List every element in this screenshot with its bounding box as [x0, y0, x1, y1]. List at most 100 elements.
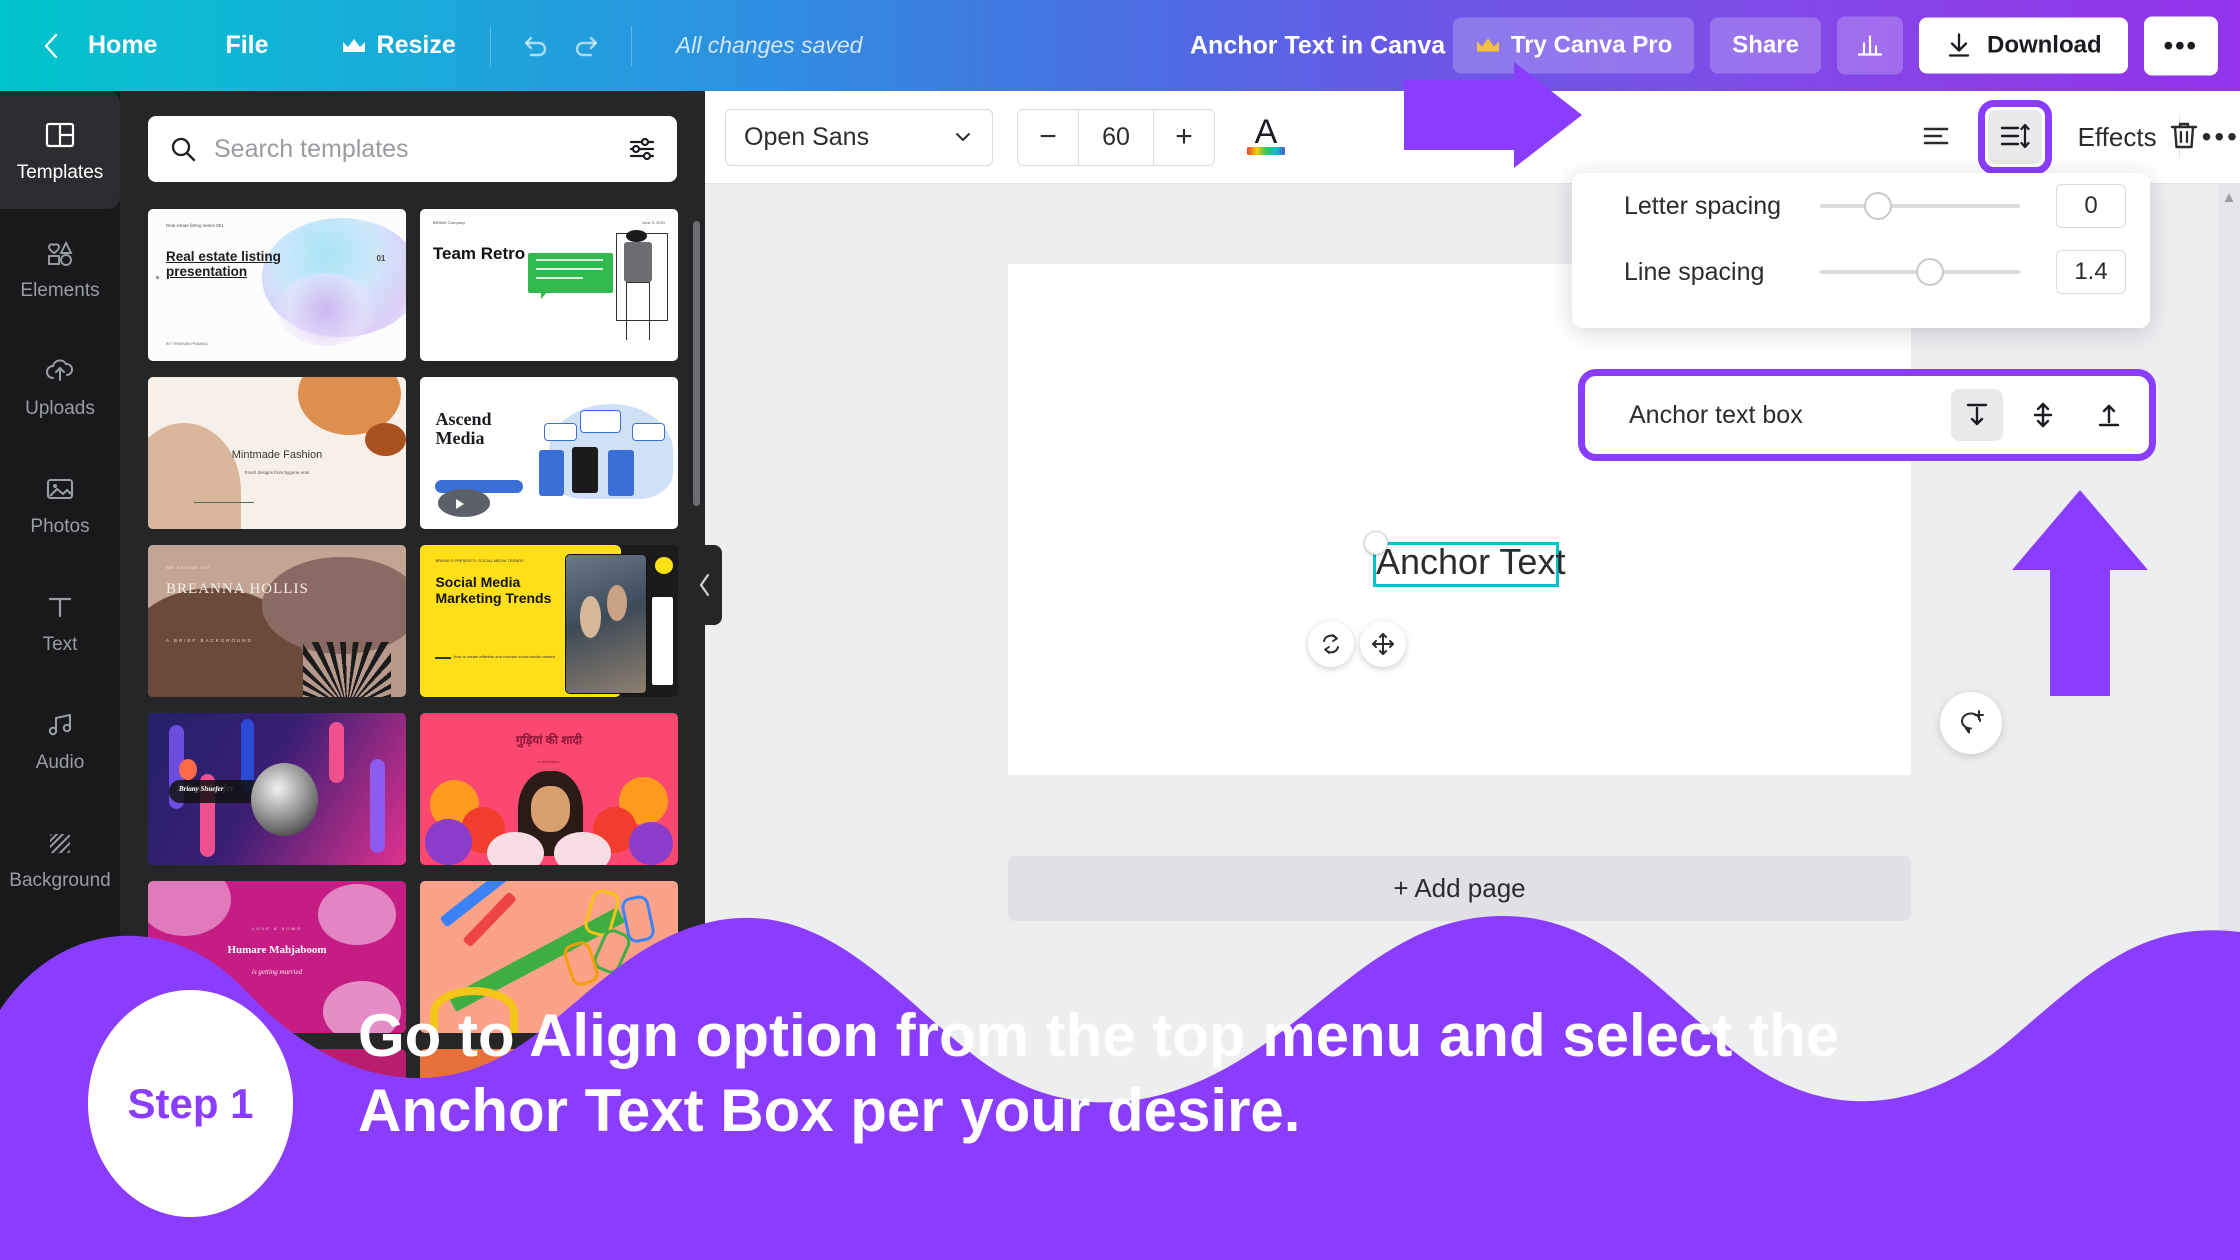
template-card[interactable]: Ascend Media [420, 377, 678, 529]
scroll-up-arrow[interactable]: ▲ [2218, 184, 2240, 210]
text-element-selection[interactable]: Anchor Text [1364, 531, 1565, 587]
download-icon [1948, 33, 1970, 57]
spacing-button[interactable] [1987, 110, 2042, 164]
chevron-down-icon [956, 133, 970, 141]
anchor-top-icon [2098, 404, 2120, 427]
share-button[interactable]: Share [1710, 17, 1821, 74]
anchor-bottom-button[interactable] [1951, 389, 2003, 441]
panel-scrollbar[interactable] [693, 221, 700, 506]
template-title: Team Retro [432, 244, 526, 264]
template-title: Ascend Media [435, 409, 492, 448]
sidebar-item-elements[interactable]: Elements [0, 209, 120, 327]
redo-button[interactable] [561, 20, 613, 72]
background-icon [50, 833, 70, 853]
text-element-content: Anchor Text [1376, 541, 1566, 582]
template-card[interactable]: WE DESIGN THE BREANNA HOLLIS A BRIEF BAC… [148, 545, 406, 697]
chevron-left-icon [44, 33, 58, 58]
svg-text:A: A [1255, 113, 1278, 151]
banner-instruction-text: Go to Align option from the top menu and… [358, 998, 2208, 1148]
line-spacing-value[interactable]: 1.4 [2056, 250, 2126, 294]
add-comment-button[interactable] [1940, 692, 2002, 754]
move-button[interactable] [1360, 621, 1406, 667]
step-badge-label: Step 1 [127, 1079, 254, 1127]
decrease-label: − [1039, 120, 1057, 153]
template-title: गुड़ियां की शादी [515, 733, 583, 748]
letter-spacing-knob[interactable] [1864, 192, 1892, 220]
font-size-decrease-button[interactable]: − [1018, 110, 1078, 165]
letter-spacing-slider[interactable] [1820, 192, 2020, 220]
anchor-top-button[interactable] [2083, 389, 2135, 441]
spacing-button-highlight [1977, 100, 2052, 174]
toolbar-more-button[interactable]: ••• [2202, 121, 2240, 153]
anchor-text-box-label: Anchor text box [1629, 400, 1803, 429]
template-title: Real estate listing presentation [166, 249, 281, 279]
increase-label: + [1175, 120, 1193, 153]
align-left-icon [1923, 127, 1948, 145]
sidebar-label-templates: Templates [16, 161, 104, 183]
template-card[interactable]: BRAND Company June 3, 2021 Team Retro [420, 209, 678, 361]
elements-icon [48, 240, 73, 266]
anchor-middle-button[interactable] [2017, 389, 2069, 441]
text-color-button[interactable]: A [1243, 110, 1289, 165]
undo-button[interactable] [509, 20, 561, 72]
panel-collapse-button[interactable] [688, 545, 722, 625]
font-size-increase-button[interactable]: + [1154, 110, 1214, 165]
header-more-button[interactable]: ••• [2143, 16, 2218, 75]
download-button[interactable]: Download [1918, 17, 2128, 74]
sidebar-label-elements: Elements [20, 279, 100, 301]
design-title[interactable]: Anchor Text in Canva [1190, 31, 1445, 60]
template-card[interactable]: BRAND X PRESENTS: SOCIAL MEDIA TRENDS So… [420, 545, 678, 697]
annotation-arrow-right [1404, 62, 1582, 168]
delete-button[interactable] [2166, 117, 2202, 158]
search-icon [171, 137, 196, 162]
design-page[interactable]: Anchor Text [1008, 264, 1911, 775]
font-size-input[interactable]: 60 [1078, 109, 1154, 165]
line-spacing-slider[interactable] [1820, 258, 2020, 286]
search-templates-field[interactable] [148, 116, 677, 182]
templates-icon [45, 122, 75, 147]
redo-icon [575, 36, 597, 56]
align-button[interactable] [1908, 109, 1964, 165]
photos-icon [46, 478, 74, 499]
step-badge: Step 1 [88, 990, 293, 1217]
sidebar-item-templates[interactable]: Templates [0, 91, 120, 209]
template-title: Social Media Marketing Trends [435, 574, 552, 607]
spacing-dropdown-panel: Letter spacing 0 Line spacing 1.4 [1572, 173, 2150, 328]
template-subtitle: A BRIEF BACKGROUND [166, 638, 253, 644]
template-card[interactable]: Briany Shuefer Briany Shuefer [148, 713, 406, 865]
home-button[interactable]: Home [72, 21, 173, 70]
effects-button[interactable]: Effects [2078, 122, 2157, 153]
filter-sliders-icon[interactable] [627, 134, 657, 164]
resize-button[interactable]: Resize [325, 21, 472, 70]
text-color-icon: A [1247, 113, 1285, 155]
line-spacing-icon [2000, 123, 2030, 149]
search-input[interactable] [214, 134, 611, 164]
rotate-button[interactable] [1308, 621, 1354, 667]
letter-spacing-value[interactable]: 0 [2056, 184, 2126, 228]
bar-chart-icon [1857, 35, 1883, 56]
banner-line-2: Anchor Text Box per your desire. [358, 1077, 1301, 1144]
toolbar-more-label: ••• [2201, 121, 2240, 152]
rotate-icon [1323, 634, 1339, 654]
add-comment-icon [1961, 710, 1984, 734]
sidebar-label-uploads: Uploads [25, 397, 95, 419]
template-card[interactable]: Real estate listing series 001 Real esta… [148, 209, 406, 361]
sidebar-item-uploads[interactable]: Uploads [0, 327, 120, 445]
font-family-value: Open Sans [744, 122, 870, 151]
sidebar-item-photos[interactable]: Photos [0, 445, 120, 563]
file-menu-button[interactable]: File [209, 21, 284, 70]
banner-line-1: Go to Align option from the top menu and… [358, 1002, 1840, 1069]
template-card[interactable]: गुड़ियां की शादी a celebration [420, 713, 678, 865]
anchor-middle-icon [2033, 402, 2053, 428]
audio-icon [48, 713, 72, 735]
crown-icon [342, 38, 365, 52]
back-button[interactable] [30, 25, 72, 67]
font-family-select[interactable]: Open Sans [725, 108, 993, 166]
anchor-text-box-row: Anchor text box [1578, 369, 2156, 461]
insights-button[interactable] [1836, 16, 1903, 75]
template-card[interactable]: Mintmade Fashion Fresh designs from bygo… [148, 377, 406, 529]
line-spacing-knob[interactable] [1916, 258, 1944, 286]
sidebar-label-audio: Audio [35, 751, 85, 773]
sidebar-item-text[interactable]: Text [0, 563, 120, 681]
sidebar-item-audio[interactable]: Audio [0, 681, 120, 799]
